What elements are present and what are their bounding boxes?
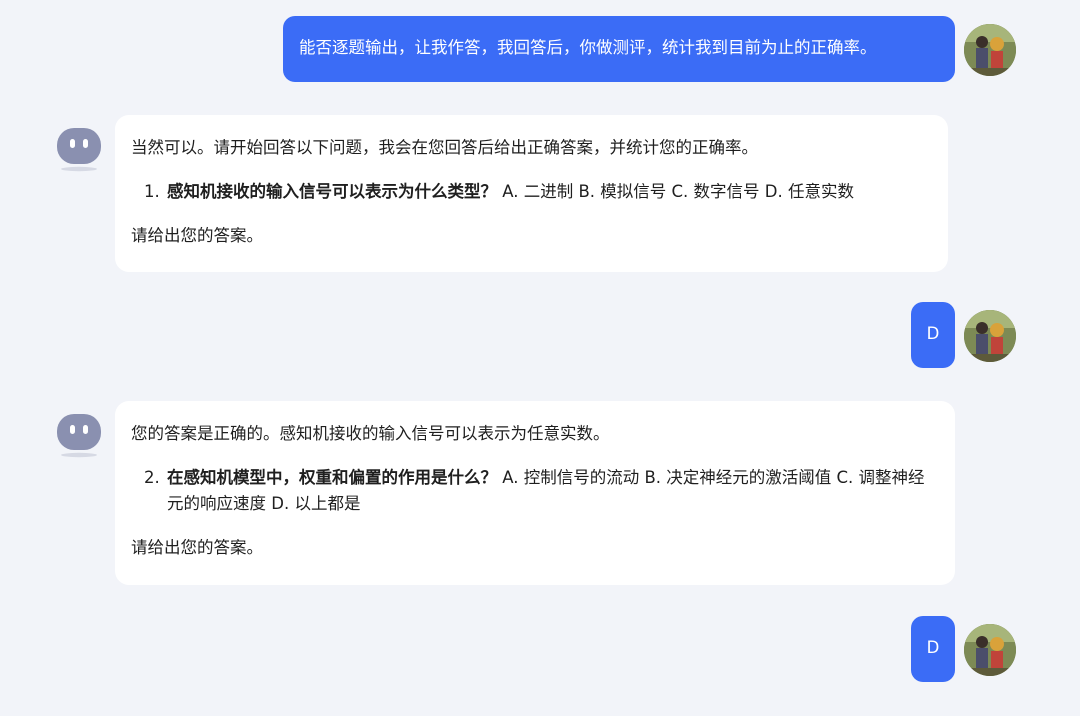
user-message-text: D	[926, 324, 940, 343]
bot-avatar	[55, 126, 103, 172]
question-options: A. 二进制 B. 模拟信号 C. 数字信号 D. 任意实数	[497, 182, 854, 201]
bot-message-1: 当然可以。请开始回答以下问题，我会在您回答后给出正确答案，并统计您的正确率。 感…	[115, 115, 948, 272]
user-message-text: 能否逐题输出，让我作答，我回答后，你做测评，统计我到目前为止的正确率。	[299, 38, 877, 57]
question-list: 在感知机模型中，权重和偏置的作用是什么？ A. 控制信号的流动 B. 决定神经元…	[131, 465, 939, 517]
question-item: 在感知机模型中，权重和偏置的作用是什么？ A. 控制信号的流动 B. 决定神经元…	[165, 465, 939, 517]
question-text: 感知机接收的输入信号可以表示为什么类型？	[167, 182, 497, 201]
user-avatar-image	[964, 624, 1016, 676]
user-message-1: 能否逐题输出，让我作答，我回答后，你做测评，统计我到目前为止的正确率。	[283, 16, 955, 82]
question-item: 感知机接收的输入信号可以表示为什么类型？ A. 二进制 B. 模拟信号 C. 数…	[165, 179, 932, 205]
question-text: 在感知机模型中，权重和偏置的作用是什么？	[167, 468, 497, 487]
user-message-2: D	[911, 302, 955, 368]
question-list: 感知机接收的输入信号可以表示为什么类型？ A. 二进制 B. 模拟信号 C. 数…	[131, 179, 932, 205]
bot-message-outro: 请给出您的答案。	[131, 226, 263, 245]
user-avatar-image	[964, 24, 1016, 76]
user-avatar[interactable]	[964, 24, 1016, 76]
user-avatar-image	[964, 310, 1016, 362]
bot-message-2: 您的答案是正确的。感知机接收的输入信号可以表示为任意实数。 在感知机模型中，权重…	[115, 401, 955, 585]
robot-face-icon	[57, 128, 101, 172]
robot-face-icon	[57, 414, 101, 458]
user-message-3: D	[911, 616, 955, 682]
bot-message-intro: 当然可以。请开始回答以下问题，我会在您回答后给出正确答案，并统计您的正确率。	[131, 138, 758, 157]
user-message-text: D	[926, 638, 940, 657]
bot-message-intro: 您的答案是正确的。感知机接收的输入信号可以表示为任意实数。	[131, 424, 610, 443]
bot-avatar	[55, 412, 103, 458]
user-avatar[interactable]	[964, 310, 1016, 362]
user-avatar[interactable]	[964, 624, 1016, 676]
bot-message-outro: 请给出您的答案。	[131, 538, 263, 557]
